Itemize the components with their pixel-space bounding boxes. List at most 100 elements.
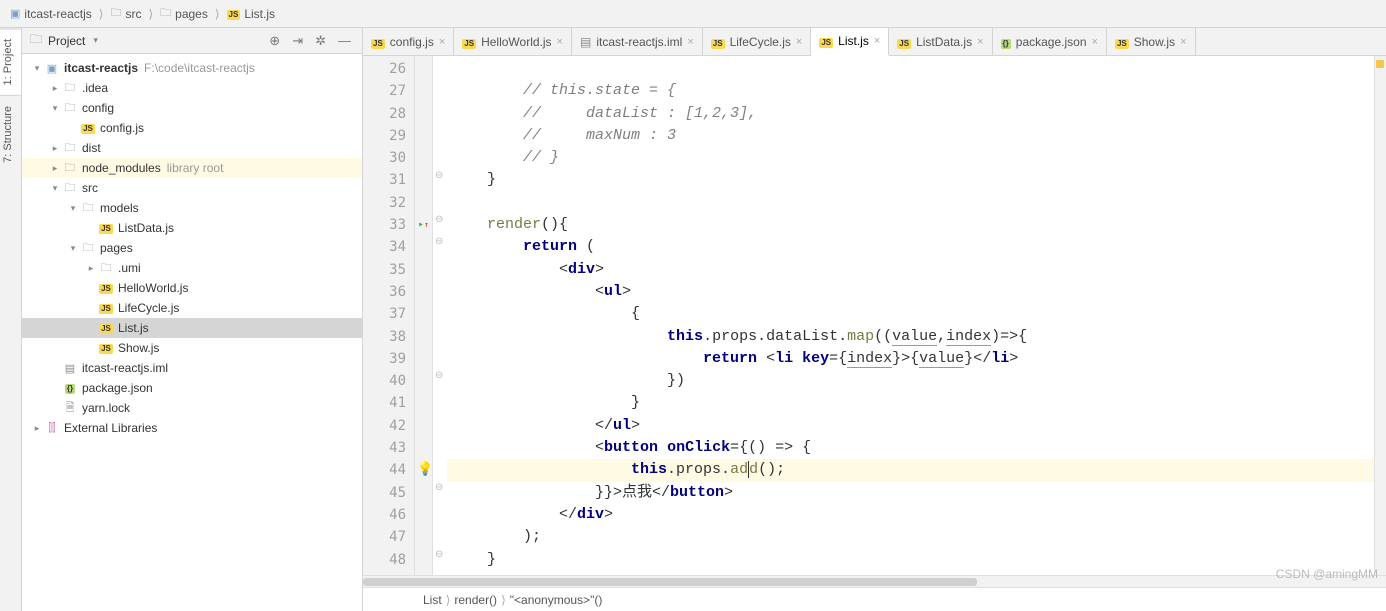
code-content[interactable]: // this.state = { // dataList : [1,2,3],… bbox=[447, 56, 1374, 575]
tree-row[interactable]: ▾🗀models bbox=[22, 198, 362, 218]
tree-toggle[interactable]: ▾ bbox=[66, 203, 80, 214]
code-line[interactable] bbox=[447, 58, 1374, 80]
code-line[interactable]: <button onClick={() => { bbox=[447, 437, 1374, 459]
editor-tab[interactable]: JSList.js× bbox=[811, 28, 889, 56]
tree-toggle[interactable]: ▾ bbox=[48, 183, 62, 194]
tree-row[interactable]: 🗎yarn.lock bbox=[22, 398, 362, 418]
fold-icon[interactable]: ⊖ bbox=[435, 236, 443, 247]
code-line[interactable]: } bbox=[447, 549, 1374, 571]
status-crumb-item[interactable]: "<anonymous>"() bbox=[510, 593, 603, 607]
editor-tab[interactable]: JSconfig.js× bbox=[363, 28, 454, 55]
tree-row[interactable]: JSListData.js bbox=[22, 218, 362, 238]
tree-toggle[interactable]: ▸ bbox=[48, 143, 62, 154]
editor-tab[interactable]: ▤itcast-reactjs.iml× bbox=[572, 28, 703, 55]
locate-icon[interactable]: ⊕ bbox=[266, 33, 283, 49]
close-icon[interactable]: × bbox=[687, 36, 693, 48]
tree-toggle[interactable]: ▸ bbox=[48, 163, 62, 174]
code-line[interactable]: }}>点我</button> bbox=[447, 482, 1374, 504]
close-icon[interactable]: × bbox=[1180, 36, 1186, 48]
hide-icon[interactable]: — bbox=[335, 33, 354, 48]
close-icon[interactable]: × bbox=[557, 36, 563, 48]
tree-toggle[interactable]: ▾ bbox=[66, 243, 80, 254]
breadcrumb-item[interactable]: JSList.js bbox=[221, 7, 281, 21]
code-line[interactable]: </div> bbox=[447, 504, 1374, 526]
tree-row[interactable]: JSLifeCycle.js bbox=[22, 298, 362, 318]
code-line[interactable]: 💡 this.props.add(); bbox=[447, 459, 1374, 481]
code-line[interactable]: } bbox=[447, 169, 1374, 191]
tab-label: LifeCycle.js bbox=[730, 35, 791, 49]
tree-row[interactable]: ▾🗀config bbox=[22, 98, 362, 118]
tree-toggle[interactable]: ▸ bbox=[48, 83, 62, 94]
fold-icon[interactable]: ⊖ bbox=[435, 549, 443, 560]
code-line[interactable]: return ( bbox=[447, 236, 1374, 258]
code-line[interactable]: <ul> bbox=[447, 281, 1374, 303]
code-line[interactable]: this.props.dataList.map((value,index)=>{ bbox=[447, 326, 1374, 348]
project-tree[interactable]: ▾▣itcast-reactjsF:\code\itcast-reactjs▸🗀… bbox=[22, 54, 362, 611]
tree-row[interactable]: ▾🗀pages bbox=[22, 238, 362, 258]
tree-toggle[interactable]: ▾ bbox=[30, 63, 44, 74]
gear-icon[interactable]: ✲ bbox=[312, 33, 329, 49]
fold-icon[interactable]: ⊖ bbox=[435, 170, 443, 181]
tree-toggle[interactable]: ▸ bbox=[84, 263, 98, 274]
code-line[interactable]: render(){ bbox=[447, 214, 1374, 236]
code-line[interactable]: return <li key={index}>{value}</li> bbox=[447, 348, 1374, 370]
code-line[interactable]: }) bbox=[447, 370, 1374, 392]
code-line[interactable]: ); bbox=[447, 526, 1374, 548]
editor-body[interactable]: 2627282930313233343536373839404142434445… bbox=[363, 56, 1386, 575]
breadcrumb-item[interactable]: 🗀src bbox=[104, 4, 147, 23]
code-line[interactable]: // this.state = { bbox=[447, 80, 1374, 102]
close-icon[interactable]: × bbox=[796, 36, 802, 48]
editor-tab[interactable]: JSLifeCycle.js× bbox=[703, 28, 812, 55]
close-icon[interactable]: × bbox=[874, 35, 880, 47]
scrollbar-thumb[interactable] bbox=[363, 578, 977, 586]
tree-row[interactable]: {}package.json bbox=[22, 378, 362, 398]
fold-icon[interactable]: ⊖ bbox=[435, 214, 443, 225]
status-crumb-item[interactable]: render() bbox=[454, 593, 497, 607]
module-icon: ▣ bbox=[44, 62, 60, 75]
editor-tab[interactable]: JSHelloWorld.js× bbox=[454, 28, 572, 55]
code-line[interactable]: // maxNum : 3 bbox=[447, 125, 1374, 147]
code-line[interactable]: // } bbox=[447, 147, 1374, 169]
tree-row[interactable]: ▸⫿⫿External Libraries bbox=[22, 418, 362, 438]
close-icon[interactable]: × bbox=[439, 36, 445, 48]
editor-tab[interactable]: JSShow.js× bbox=[1107, 28, 1196, 55]
tree-row[interactable]: ▸🗀.umi bbox=[22, 258, 362, 278]
editor-tab[interactable]: {}package.json× bbox=[993, 28, 1107, 55]
fold-icon[interactable]: ⊖ bbox=[435, 370, 443, 381]
tree-row[interactable]: JSShow.js bbox=[22, 338, 362, 358]
warning-marker[interactable] bbox=[1376, 60, 1384, 68]
tree-label: config bbox=[82, 101, 114, 115]
tree-row[interactable]: JSconfig.js bbox=[22, 118, 362, 138]
horizontal-scrollbar[interactable] bbox=[363, 575, 1386, 587]
tree-row[interactable]: ▸🗀.idea bbox=[22, 78, 362, 98]
close-icon[interactable]: × bbox=[1092, 36, 1098, 48]
tree-label: models bbox=[100, 201, 139, 215]
tree-row[interactable]: ▾🗀src bbox=[22, 178, 362, 198]
tree-row[interactable]: JSList.js bbox=[22, 318, 362, 338]
code-line[interactable]: } bbox=[447, 392, 1374, 414]
code-line[interactable]: <div> bbox=[447, 259, 1374, 281]
collapse-icon[interactable]: ⇥ bbox=[289, 33, 306, 49]
tree-toggle[interactable]: ▾ bbox=[48, 103, 62, 114]
intention-bulb-icon[interactable]: 💡 bbox=[417, 459, 433, 481]
tree-row[interactable]: ▤itcast-reactjs.iml bbox=[22, 358, 362, 378]
close-icon[interactable]: × bbox=[977, 36, 983, 48]
tree-row[interactable]: JSHelloWorld.js bbox=[22, 278, 362, 298]
dropdown-icon[interactable]: ▾ bbox=[93, 35, 98, 46]
scroll-marker-bar[interactable] bbox=[1374, 56, 1386, 575]
breadcrumb-item[interactable]: 🗀pages bbox=[154, 4, 214, 23]
code-line[interactable]: // dataList : [1,2,3], bbox=[447, 103, 1374, 125]
code-line[interactable]: </ul> bbox=[447, 415, 1374, 437]
status-crumb-item[interactable]: List bbox=[423, 593, 442, 607]
breadcrumb-item[interactable]: ▣itcast-reactjs bbox=[4, 7, 98, 21]
tree-row[interactable]: ▸🗀dist bbox=[22, 138, 362, 158]
code-line[interactable]: { bbox=[447, 303, 1374, 325]
code-line[interactable] bbox=[447, 192, 1374, 214]
editor-tab[interactable]: JSListData.js× bbox=[889, 28, 992, 55]
tree-row[interactable]: ▾▣itcast-reactjsF:\code\itcast-reactjs bbox=[22, 58, 362, 78]
side-tab[interactable]: 1: Project bbox=[0, 28, 21, 95]
side-tab[interactable]: 7: Structure bbox=[0, 95, 21, 173]
tree-toggle[interactable]: ▸ bbox=[30, 423, 44, 434]
tree-row[interactable]: ▸🗀node_moduleslibrary root bbox=[22, 158, 362, 178]
fold-icon[interactable]: ⊖ bbox=[435, 482, 443, 493]
